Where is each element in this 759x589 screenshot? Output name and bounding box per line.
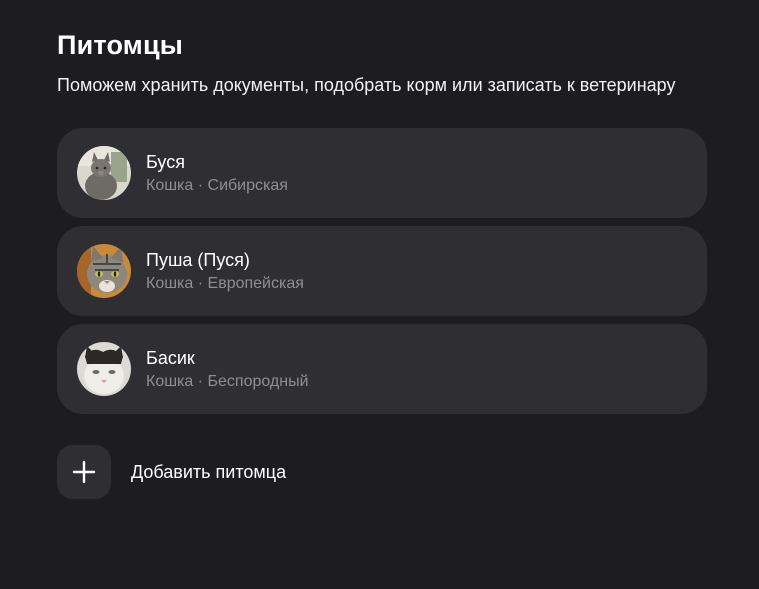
pet-name: Буся [146,151,185,172]
grey-cat-photo [77,146,131,200]
pet-details: Кошка · Беспородный [146,372,309,390]
pet-avatar [77,146,131,200]
pet-card[interactable]: Буся Кошка · Сибирская [57,128,707,218]
tabby-cat-photo [77,244,131,298]
pet-info: Басик Кошка · Беспородный [146,346,309,393]
pet-details: Кошка · Сибирская [146,176,288,194]
pet-avatar [77,244,131,298]
pet-details: Кошка · Европейская [146,274,304,292]
page-title: Питомцы [57,30,184,60]
pet-name: Басик [146,347,195,368]
white-cat-photo [77,342,131,396]
add-pet-label[interactable]: Добавить питомца [131,462,286,483]
plus-icon [72,460,96,484]
pet-info: Буся Кошка · Сибирская [146,150,288,197]
pet-info: Пуша (Пуся) Кошка · Европейская [146,248,304,295]
pet-avatar [77,342,131,396]
add-pet-button[interactable] [57,445,111,499]
pet-card[interactable]: Пуша (Пуся) Кошка · Европейская [57,226,707,316]
pet-card[interactable]: Басик Кошка · Беспородный [57,324,707,414]
pet-name: Пуша (Пуся) [146,249,250,270]
add-pet-row[interactable]: Добавить питомца [57,445,707,499]
pets-page: Питомцы Поможем хранить документы, подоб… [57,28,707,499]
pet-list: Буся Кошка · Сибирская Пуша (Пуся) Кошка… [57,128,707,414]
page-subtitle: Поможем хранить документы, подобрать кор… [57,75,676,95]
